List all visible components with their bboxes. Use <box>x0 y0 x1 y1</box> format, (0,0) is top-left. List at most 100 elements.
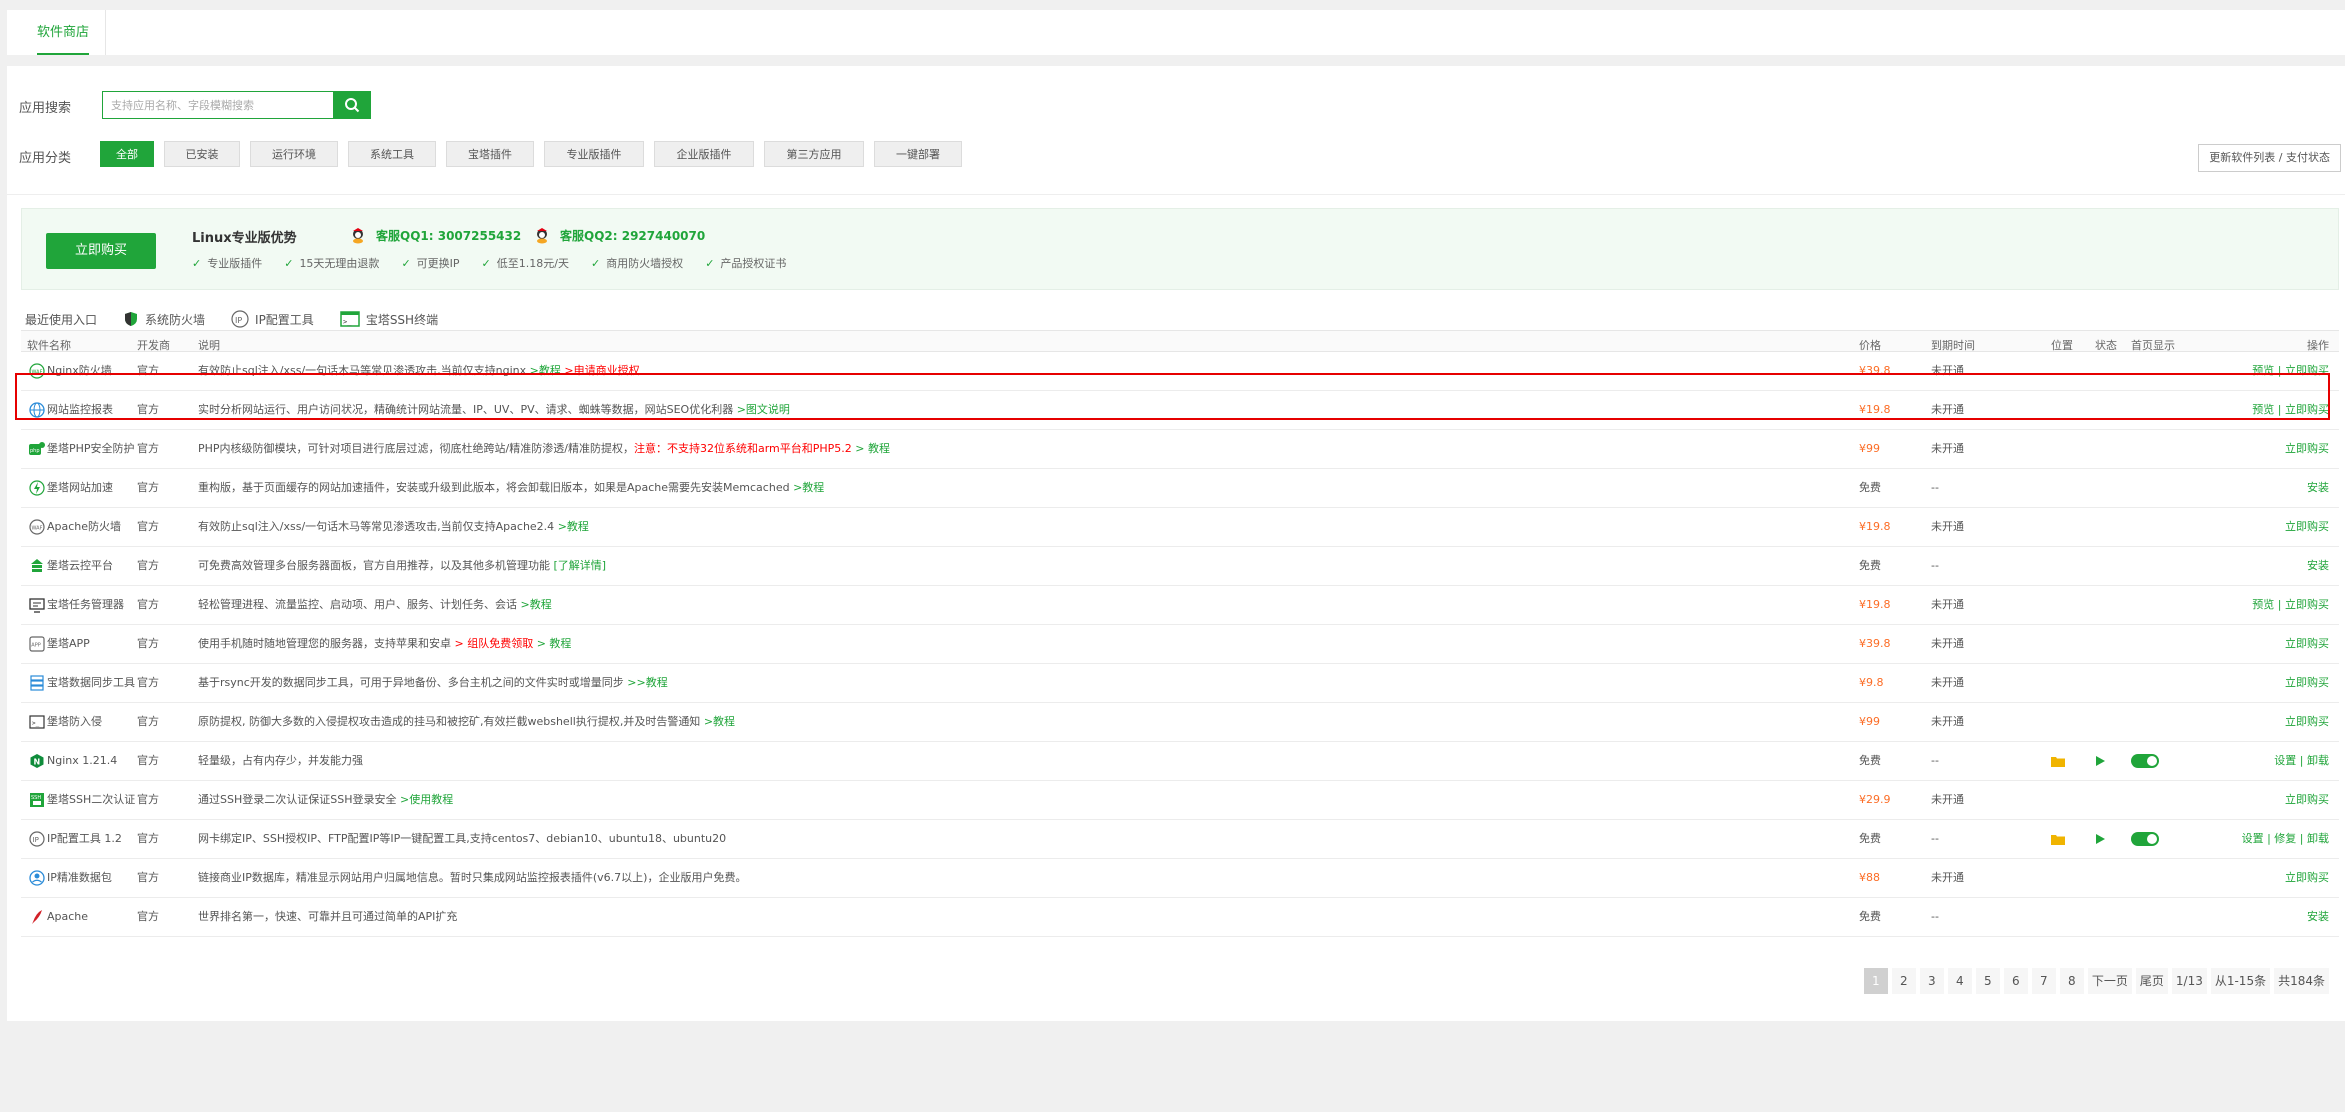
category-enterprise-plugins[interactable]: 企业版插件 <box>654 141 754 167</box>
category-third-party[interactable]: 第三方应用 <box>764 141 864 167</box>
software-name[interactable]: 堡塔防入侵 <box>47 703 102 741</box>
recent-ip-config-tool[interactable]: IP IP配置工具 <box>231 310 314 328</box>
learn-more-link[interactable]: [了解详情] <box>554 559 607 572</box>
software-name[interactable]: Apache <box>47 898 88 936</box>
tutorial-link[interactable]: >教程 <box>793 481 824 494</box>
expire-time: -- <box>1931 832 1939 845</box>
recent-ssh-terminal[interactable]: >_ 宝塔SSH终端 <box>340 311 438 328</box>
description-text: 可免费高效管理多台服务器面板，官方自用推荐，以及其他多机管理功能 <box>198 559 550 572</box>
category-one-click-deploy[interactable]: 一键部署 <box>874 141 962 167</box>
page-3[interactable]: 3 <box>1919 968 1944 994</box>
software-name[interactable]: 网站监控报表 <box>47 391 113 429</box>
software-name[interactable]: 宝塔数据同步工具 <box>47 664 135 702</box>
row-actions[interactable]: 立即购买 <box>2285 859 2329 897</box>
row-actions[interactable]: 立即购买 <box>2285 508 2329 546</box>
page-1[interactable]: 1 <box>1863 968 1888 994</box>
play-icon[interactable] <box>2095 820 2105 858</box>
row-actions[interactable]: 立即购买 <box>2285 664 2329 702</box>
tutorial-link[interactable]: >教程 <box>521 598 552 611</box>
expire-time: 未开通 <box>1931 364 1964 377</box>
install-link[interactable]: 安装 <box>2307 547 2329 585</box>
install-link[interactable]: 安装 <box>2307 469 2329 507</box>
tutorial-link[interactable]: >教程 <box>704 715 735 728</box>
play-icon[interactable] <box>2095 742 2105 780</box>
row-actions[interactable]: 立即购买 <box>2285 703 2329 741</box>
description-text: 有效防止sql注入/xss/一句话木马等常见渗透攻击,当前仅支持nginx <box>198 364 527 377</box>
software-name[interactable]: 堡塔PHP安全防护 <box>47 430 135 468</box>
page-6[interactable]: 6 <box>2003 968 2028 994</box>
folder-icon[interactable] <box>2051 742 2065 780</box>
page-5[interactable]: 5 <box>1975 968 2000 994</box>
expire-time: 未开通 <box>1931 871 1964 884</box>
search-input[interactable] <box>102 91 334 119</box>
tutorial-link[interactable]: >教程 <box>530 364 561 377</box>
next-page[interactable]: 下一页 <box>2087 968 2132 994</box>
page-4[interactable]: 4 <box>1947 968 1972 994</box>
developer: 官方 <box>137 832 159 845</box>
col-price[interactable]: 价格 <box>1859 337 1881 351</box>
row-actions[interactable]: 设置 | 修复 | 卸载 <box>2242 820 2329 858</box>
homepage-display-toggle[interactable] <box>2131 742 2159 780</box>
svg-text:IP: IP <box>235 316 242 325</box>
row-actions[interactable]: 设置 | 卸载 <box>2274 742 2329 780</box>
software-name[interactable]: Apache防火墙 <box>47 508 121 546</box>
folder-icon[interactable] <box>2051 820 2065 858</box>
price: 免费 <box>1859 481 1881 494</box>
price: 免费 <box>1859 559 1881 572</box>
software-name[interactable]: 堡塔SSH二次认证 <box>47 781 135 819</box>
row-actions[interactable]: 预览 | 立即购买 <box>2252 352 2329 390</box>
promo-features: 专业版插件 15天无理由退款 可更换IP 低至1.18元/天 商用防火墙授权 产… <box>192 255 786 271</box>
recent-item-label: 宝塔SSH终端 <box>365 312 439 327</box>
install-link[interactable]: 安装 <box>2307 898 2329 936</box>
qq2-contact[interactable]: 客服QQ2: 2927440070 <box>534 227 705 244</box>
row-actions[interactable]: 预览 | 立即购买 <box>2252 586 2329 624</box>
homepage-display-toggle[interactable] <box>2131 820 2159 858</box>
tutorial-link[interactable]: >>教程 <box>627 676 667 689</box>
page-2[interactable]: 2 <box>1891 968 1916 994</box>
row-actions[interactable]: 立即购买 <box>2285 781 2329 819</box>
software-name[interactable]: Nginx防火墙 <box>47 352 112 390</box>
tutorial-link[interactable]: >图文说明 <box>737 403 790 416</box>
feature-item: 低至1.18元/天 <box>482 255 569 271</box>
expire-time: 未开通 <box>1931 442 1964 455</box>
developer: 官方 <box>137 520 159 533</box>
category-bt-plugins[interactable]: 宝塔插件 <box>446 141 534 167</box>
toggle-switch[interactable] <box>2131 754 2159 768</box>
category-runtime[interactable]: 运行环境 <box>250 141 338 167</box>
update-software-list-button[interactable]: 更新软件列表 / 支付状态 <box>2198 144 2341 172</box>
apache-feather-icon <box>27 898 47 936</box>
tutorial-link[interactable]: > 教程 <box>855 442 890 455</box>
category-system-tools[interactable]: 系统工具 <box>348 141 436 167</box>
software-name[interactable]: 堡塔APP <box>47 625 90 663</box>
software-name[interactable]: IP精准数据包 <box>47 859 112 897</box>
tutorial-link[interactable]: >教程 <box>558 520 589 533</box>
search-button[interactable] <box>333 91 371 119</box>
toggle-switch[interactable] <box>2131 832 2159 846</box>
software-name[interactable]: 宝塔任务管理器 <box>47 586 124 624</box>
row-actions[interactable]: 立即购买 <box>2285 625 2329 663</box>
page-8[interactable]: 8 <box>2059 968 2084 994</box>
page-7[interactable]: 7 <box>2031 968 2056 994</box>
free-claim-link[interactable]: > 组队免费领取 <box>455 637 534 650</box>
tutorial-link[interactable]: >使用教程 <box>400 793 453 806</box>
tutorial-link[interactable]: > 教程 <box>537 637 572 650</box>
category-pro-plugins[interactable]: 专业版插件 <box>544 141 644 167</box>
software-name[interactable]: 堡塔云控平台 <box>47 547 113 585</box>
buy-now-button[interactable]: 立即购买 <box>46 233 156 269</box>
software-name[interactable]: Nginx 1.21.4 <box>47 742 117 780</box>
category-all[interactable]: 全部 <box>100 141 154 167</box>
commercial-license-link[interactable]: >申请商业授权 <box>564 364 639 377</box>
last-page[interactable]: 尾页 <box>2135 968 2168 994</box>
category-filter: 全部 已安装 运行环境 系统工具 宝塔插件 专业版插件 企业版插件 第三方应用 … <box>100 141 962 167</box>
software-name[interactable]: 堡塔网站加速 <box>47 469 113 507</box>
col-name[interactable]: 软件名称 <box>27 337 71 351</box>
recent-system-firewall[interactable]: 系统防火墙 <box>123 311 205 328</box>
row-actions[interactable]: 立即购买 <box>2285 430 2329 468</box>
category-installed[interactable]: 已安装 <box>164 141 240 167</box>
col-expire[interactable]: 到期时间 <box>1931 337 1975 351</box>
qq1-contact[interactable]: 客服QQ1: 3007255432 <box>350 227 521 244</box>
software-name[interactable]: IP配置工具 1.2 <box>47 820 122 858</box>
description-text: 通过SSH登录二次认证保证SSH登录安全 <box>198 793 397 806</box>
row-actions[interactable]: 预览 | 立即购买 <box>2252 391 2329 429</box>
tab-software-store[interactable]: 软件商店 <box>29 10 97 55</box>
